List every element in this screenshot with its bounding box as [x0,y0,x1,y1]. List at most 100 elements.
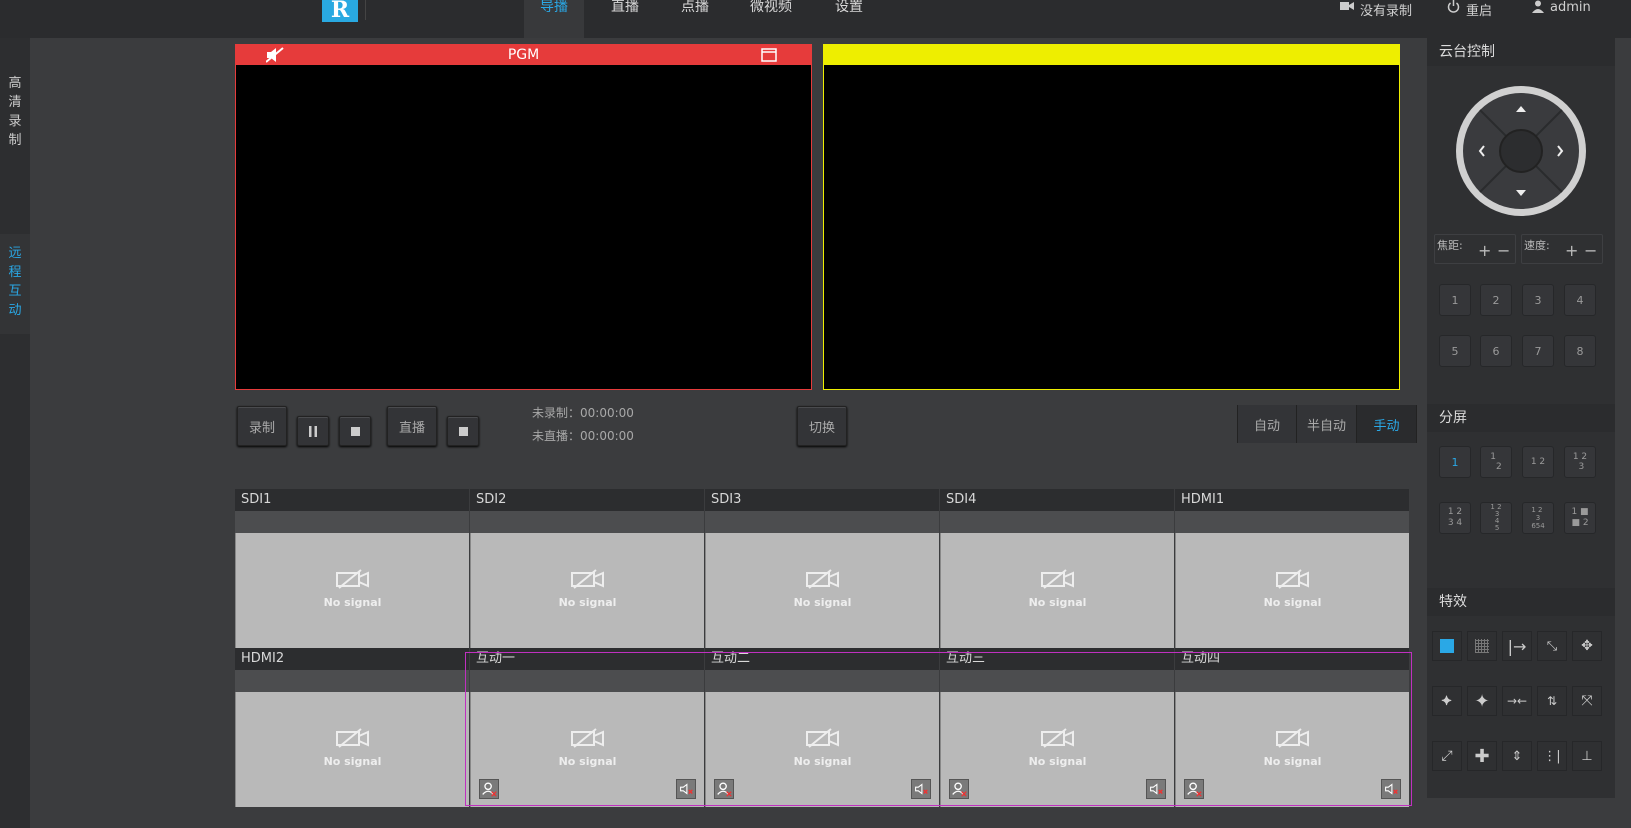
source-tile[interactable]: SDI4 No signal [940,489,1174,648]
source-view[interactable]: No signal [940,692,1174,807]
speaker-muted-icon[interactable] [676,779,696,799]
source-view[interactable]: No signal [470,533,704,648]
mode-auto[interactable]: 自动 [1237,405,1297,443]
preset-button[interactable]: 7 [1522,335,1554,367]
layout-1[interactable]: 1 [1439,446,1471,478]
camera-icon [1340,2,1354,10]
effect-blinds-icon[interactable]: ⋮| [1537,741,1567,771]
preview-monitor[interactable] [823,44,1400,390]
source-title: 互动三 [940,648,1174,670]
effect-dissolve-icon[interactable] [1467,631,1497,661]
stop-live-button[interactable] [447,416,479,446]
nav-micro-video[interactable]: 微视频 [745,0,797,38]
effect-cut-icon[interactable] [1432,631,1462,661]
no-camera-icon [336,728,369,748]
source-view[interactable]: No signal [940,533,1174,648]
source-strip [940,670,1174,692]
effect-split-in-icon[interactable]: ⇕ [1502,741,1532,771]
no-camera-icon [1276,728,1309,748]
source-tile[interactable]: SDI1 No signal [235,489,469,648]
mute-icon[interactable] [266,47,284,63]
no-signal-text: No signal [1263,755,1322,768]
layout-4[interactable]: 1 23 4 [1439,502,1471,534]
top-bar: R 导播 直播 点播 微视频 设置 没有录制 重启 admin [0,0,1631,38]
remote-user-icon[interactable] [714,779,734,799]
source-view[interactable]: No signal [235,533,469,648]
divider [365,0,366,20]
no-signal-text: No signal [323,596,382,609]
remote-user-icon[interactable] [949,779,969,799]
pgm-monitor[interactable]: PGM [235,44,812,390]
layout-2-pip[interactable]: 1 2 [1480,446,1512,478]
effect-horizontal-in-icon[interactable]: →← [1502,686,1532,716]
effect-corners-out-icon[interactable]: ⤢ [1432,741,1462,771]
source-view[interactable]: No signal [470,692,704,807]
source-tile[interactable]: SDI2 No signal [470,489,704,648]
pause-button[interactable] [297,416,329,446]
effect-star-icon[interactable]: ✦ [1467,686,1497,716]
source-view[interactable]: No signal [1175,692,1409,807]
preset-button[interactable]: 4 [1564,284,1596,316]
preset-button[interactable]: 8 [1564,335,1596,367]
nav-vod[interactable]: 点播 [675,0,715,38]
restart-button[interactable]: 重启 [1447,0,1492,19]
nav-director[interactable]: 导播 [524,0,584,38]
source-view[interactable]: No signal [235,692,469,807]
source-view[interactable]: No signal [1175,533,1409,648]
sidebar-item-hd-record[interactable]: 高清录制 [0,74,30,174]
layout-5[interactable]: 1 2 3 4 5 [1480,502,1512,534]
nav-live[interactable]: 直播 [605,0,645,38]
stop-record-button[interactable] [339,416,371,446]
nav-settings[interactable]: 设置 [829,0,869,38]
preset-button[interactable]: 1 [1439,284,1471,316]
effect-cross-icon[interactable]: ✚ [1467,741,1497,771]
speed-minus-button[interactable]: − [1584,241,1597,260]
layout-pip[interactable]: 1 ■ ■ 2 [1564,502,1596,534]
source-view[interactable]: No signal [705,692,939,807]
preset-button[interactable]: 6 [1480,335,1512,367]
effect-corner-in-icon[interactable]: ⤡ [1537,631,1567,661]
layout-2[interactable]: 1 2 [1522,446,1554,478]
source-tile[interactable]: HDMI1 No signal [1175,489,1409,648]
mode-manual[interactable]: 手动 [1357,405,1417,443]
effect-diamond-out-icon[interactable]: ⯌ [1432,686,1462,716]
live-button[interactable]: 直播 [387,406,437,446]
effect-vertical-in-icon[interactable]: ⇅ [1537,686,1567,716]
no-signal-text: No signal [793,596,852,609]
focus-plus-button[interactable]: + [1478,241,1491,260]
effect-wipe-left-icon[interactable]: |→ [1502,631,1532,661]
effect-circle-out-icon[interactable]: ✥ [1572,631,1602,661]
speed-plus-button[interactable]: + [1565,241,1578,260]
sidebar-item-remote-interaction[interactable]: 远程互动 [0,234,30,334]
speed-control: 速度: + − [1521,234,1603,264]
remote-user-icon[interactable] [1184,779,1204,799]
layout-digits: 1 2 3 4 5 [1490,503,1502,532]
layout-6[interactable]: 1 2 3 654 [1522,502,1554,534]
record-button[interactable]: 录制 [237,406,287,446]
effect-push-down-icon[interactable]: ⊥ [1572,741,1602,771]
speaker-muted-icon[interactable] [1381,779,1401,799]
interactive-tile[interactable]: 互动四 No signal [1175,648,1409,807]
interactive-tile[interactable]: 互动三 No signal [940,648,1174,807]
fullscreen-icon[interactable] [761,48,777,62]
effect-corners-in-icon[interactable]: ⤧ [1572,686,1602,716]
source-view[interactable]: No signal [705,533,939,648]
no-signal-text: No signal [558,596,617,609]
layout-3[interactable]: 1 2 3 [1564,446,1596,478]
interactive-tile[interactable]: 互动二 No signal [705,648,939,807]
remote-user-icon[interactable] [479,779,499,799]
speaker-muted-icon[interactable] [911,779,931,799]
interactive-tile[interactable]: 互动一 No signal [470,648,704,807]
preset-button[interactable]: 2 [1480,284,1512,316]
focus-minus-button[interactable]: − [1497,241,1510,260]
preset-button[interactable]: 3 [1522,284,1554,316]
user-menu[interactable]: admin [1532,0,1591,15]
speaker-muted-icon[interactable] [1146,779,1166,799]
switch-button[interactable]: 切换 [797,406,847,446]
preset-button[interactable]: 5 [1439,335,1471,367]
ptz-joystick[interactable] [1454,84,1588,218]
source-tile[interactable]: SDI3 No signal [705,489,939,648]
record-status[interactable]: 没有录制 [1340,0,1412,19]
mode-semi-auto[interactable]: 半自动 [1297,405,1357,443]
source-tile[interactable]: HDMI2 No signal [235,648,469,807]
